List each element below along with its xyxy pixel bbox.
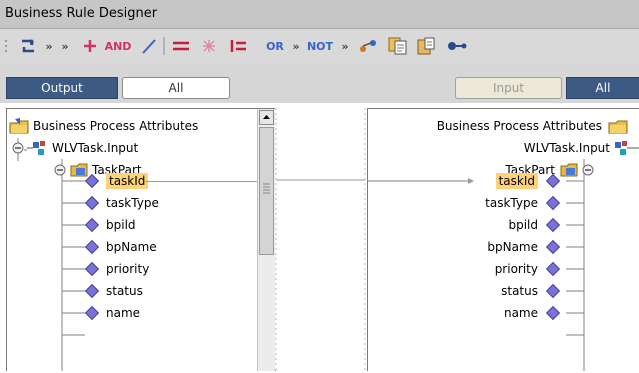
component-icon [615, 141, 639, 155]
mapping-canvas[interactable] [275, 108, 367, 370]
collapse-toggle-icon[interactable] [582, 164, 594, 176]
attribute-diamond-icon [545, 305, 561, 321]
collapse-toggle-icon[interactable] [12, 142, 24, 154]
multiply-icon[interactable] [200, 37, 218, 55]
filter-all-right-button[interactable]: All [566, 77, 639, 99]
tree-node-label: WLVTask.Input [523, 141, 610, 155]
swap-icon[interactable] [357, 37, 379, 55]
field-label: bpild [508, 218, 538, 232]
window-title: Business Rule Designer [5, 6, 158, 21]
attribute-diamond-icon [545, 173, 561, 189]
component-icon [27, 141, 45, 155]
attribute-diamond-icon [545, 217, 561, 233]
field-label: bpild [106, 218, 136, 232]
field-row-status[interactable]: status [84, 280, 143, 302]
add-icon[interactable] [82, 37, 98, 55]
not-operator-button[interactable]: NOT [305, 37, 335, 55]
field-row-tasktype[interactable]: taskType [84, 192, 159, 214]
attribute-diamond-icon [84, 217, 100, 233]
tree-root-row[interactable]: Business Process Attributes [9, 115, 198, 137]
expand-chevron-icon[interactable]: » [42, 37, 56, 55]
field-row-status[interactable]: status [501, 280, 561, 302]
field-label: taskId [495, 173, 538, 189]
tree-node-row[interactable]: WLVTask.Input [12, 137, 138, 159]
copy-icon[interactable] [386, 37, 410, 55]
attribute-diamond-icon [545, 195, 561, 211]
attribute-diamond-icon [545, 261, 561, 277]
tab-output[interactable]: Output [6, 77, 118, 99]
divide-icon[interactable] [139, 37, 159, 55]
field-label: priority [494, 262, 538, 276]
operator-toolbar: » » AND OR » NOT » [0, 29, 639, 63]
attribute-diamond-icon [84, 195, 100, 211]
field-label: status [501, 284, 538, 298]
tree-node-row[interactable]: WLVTask.Input [524, 137, 639, 159]
mapping-canvas-lines [275, 108, 366, 370]
attribute-diamond-icon [545, 239, 561, 255]
and-operator-button[interactable]: AND [103, 37, 133, 55]
mapping-filter-bar: Output All Input All [0, 63, 639, 103]
field-label: taskType [106, 196, 159, 210]
field-label: status [106, 284, 143, 298]
tab-input[interactable]: Input [455, 77, 562, 99]
attribute-diamond-icon [84, 305, 100, 321]
or-operator-button[interactable]: OR [264, 37, 286, 55]
field-row-bpname[interactable]: bpName [84, 236, 157, 258]
toolbar-grip-icon[interactable] [4, 39, 10, 55]
field-label: bpName [106, 240, 157, 254]
field-row-priority[interactable]: priority [84, 258, 150, 280]
field-row-tasktype[interactable]: taskType [485, 192, 561, 214]
tree-root-label: Business Process Attributes [436, 119, 602, 133]
paste-icon[interactable] [414, 37, 438, 55]
field-label: bpName [487, 240, 538, 254]
field-row-name[interactable]: name [503, 302, 561, 324]
mapping-link-line [145, 181, 257, 182]
link-icon[interactable] [446, 37, 468, 55]
attribute-diamond-icon [545, 283, 561, 299]
scroll-up-button[interactable] [259, 110, 274, 125]
field-row-taskid[interactable]: taskId [84, 170, 149, 192]
attribute-diamond-icon [84, 261, 100, 277]
field-label: taskId [106, 173, 149, 189]
filter-all-left-button[interactable]: All [122, 77, 230, 99]
tree-root-row[interactable]: Business Process Attributes [437, 115, 628, 137]
expand-chevron-icon[interactable]: » [338, 37, 352, 55]
scroll-thumb[interactable] [259, 127, 274, 255]
designer-title-bar: Business Rule Designer [0, 0, 639, 29]
field-label: taskType [485, 196, 538, 210]
equals-icon[interactable] [170, 37, 192, 55]
tree-root-label: Business Process Attributes [33, 119, 199, 133]
folder-icon [9, 118, 29, 134]
output-tree-panel: Business Process Attributes WLVTask.Inpu… [6, 108, 276, 371]
output-tree-scrollbar[interactable] [257, 109, 275, 371]
field-label: name [503, 306, 538, 320]
field-label: priority [106, 262, 150, 276]
expand-chevron-icon[interactable]: » [58, 37, 72, 55]
expand-chevron-icon[interactable]: » [289, 37, 303, 55]
folder-icon [608, 120, 628, 134]
part-folder-icon [560, 163, 578, 177]
field-row-bpild[interactable]: bpild [508, 214, 561, 236]
part-folder-icon [70, 163, 88, 177]
tree-node-label: WLVTask.Input [52, 141, 139, 155]
connect-icon[interactable] [18, 37, 40, 55]
field-row-priority[interactable]: priority [494, 258, 561, 280]
field-row-taskid[interactable]: taskId [495, 170, 561, 192]
field-row-name[interactable]: name [84, 302, 141, 324]
field-row-bpild[interactable]: bpild [84, 214, 136, 236]
attribute-diamond-icon [84, 173, 100, 189]
field-label: name [106, 306, 141, 320]
attribute-diamond-icon [84, 239, 100, 255]
attribute-diamond-icon [84, 283, 100, 299]
toolbar-separator [162, 37, 166, 55]
collapse-toggle-icon[interactable] [54, 164, 66, 176]
not-equals-icon[interactable] [228, 37, 248, 55]
input-tree-panel: Business Process Attributes WLVTask.Inpu… [367, 108, 639, 371]
field-row-bpname[interactable]: bpName [487, 236, 561, 258]
